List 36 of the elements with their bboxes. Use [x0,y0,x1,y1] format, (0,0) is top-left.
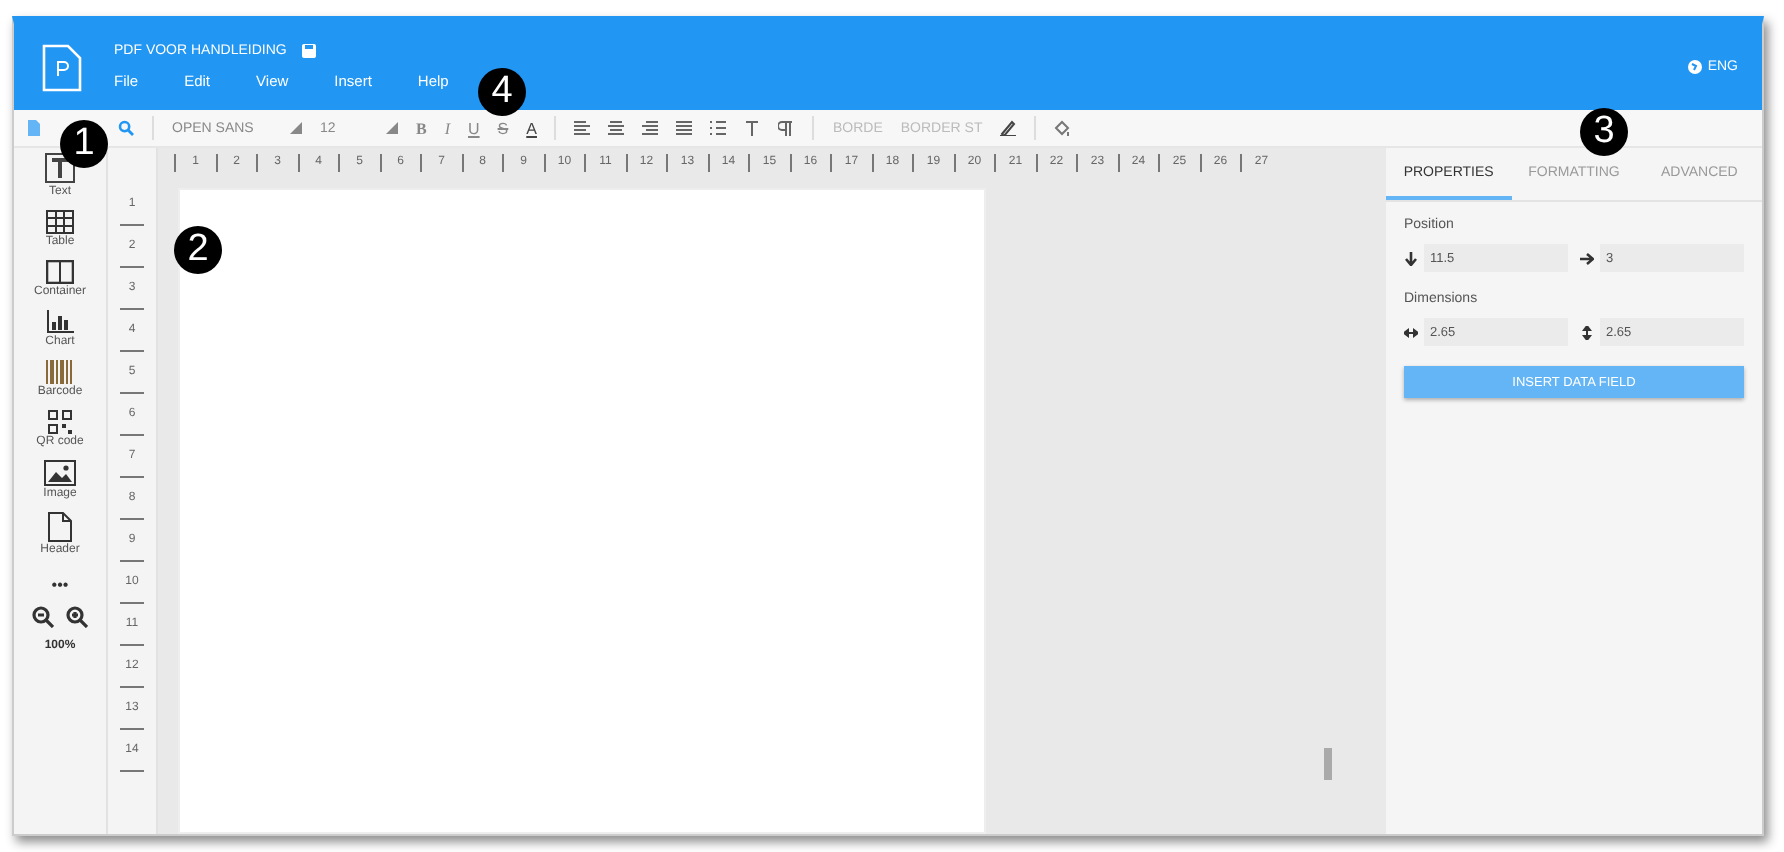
text-style-button[interactable]: I [444,119,451,137]
save-icon[interactable] [302,44,317,58]
table-icon [46,210,74,234]
text-tool-icon [44,152,76,184]
text-style-button[interactable]: U [468,119,480,137]
arrow-right-icon [1580,251,1594,265]
zoom-out-icon[interactable] [32,606,54,628]
scrollbar-thumb[interactable] [1324,748,1332,780]
container-icon [45,260,74,284]
horizontal-arrows-icon [1404,325,1418,339]
zoom-in-icon[interactable] [66,606,88,628]
dropdown-triangle-icon[interactable] [290,120,302,136]
barcode-icon [45,360,74,384]
text-style-button[interactable]: S [497,119,509,137]
paint-bucket-icon[interactable] [1054,120,1071,136]
image-icon [44,460,76,486]
globe-icon [1687,60,1702,74]
vertical-arrows-icon [1580,325,1594,339]
list-icon[interactable] [710,120,727,136]
text-height-icon[interactable] [744,120,761,136]
document-icon [48,512,72,542]
text-color-button[interactable]: A [526,119,537,137]
search-icon[interactable] [118,120,134,136]
more-button[interactable]: ••• [51,576,69,594]
justify-icon[interactable] [676,120,693,136]
file-logo-icon [42,43,82,91]
text-style-button[interactable]: B [416,119,427,137]
paragraph-icon[interactable] [778,120,795,136]
qr-code-icon [48,410,72,434]
dropdown-triangle-icon[interactable] [386,120,398,136]
align-left-icon[interactable] [574,120,591,136]
arrow-down-icon [1404,251,1418,265]
bar-chart-icon [45,310,74,334]
align-right-icon[interactable] [642,120,659,136]
pen-icon[interactable] [1000,120,1017,136]
align-center-icon[interactable] [608,120,625,136]
